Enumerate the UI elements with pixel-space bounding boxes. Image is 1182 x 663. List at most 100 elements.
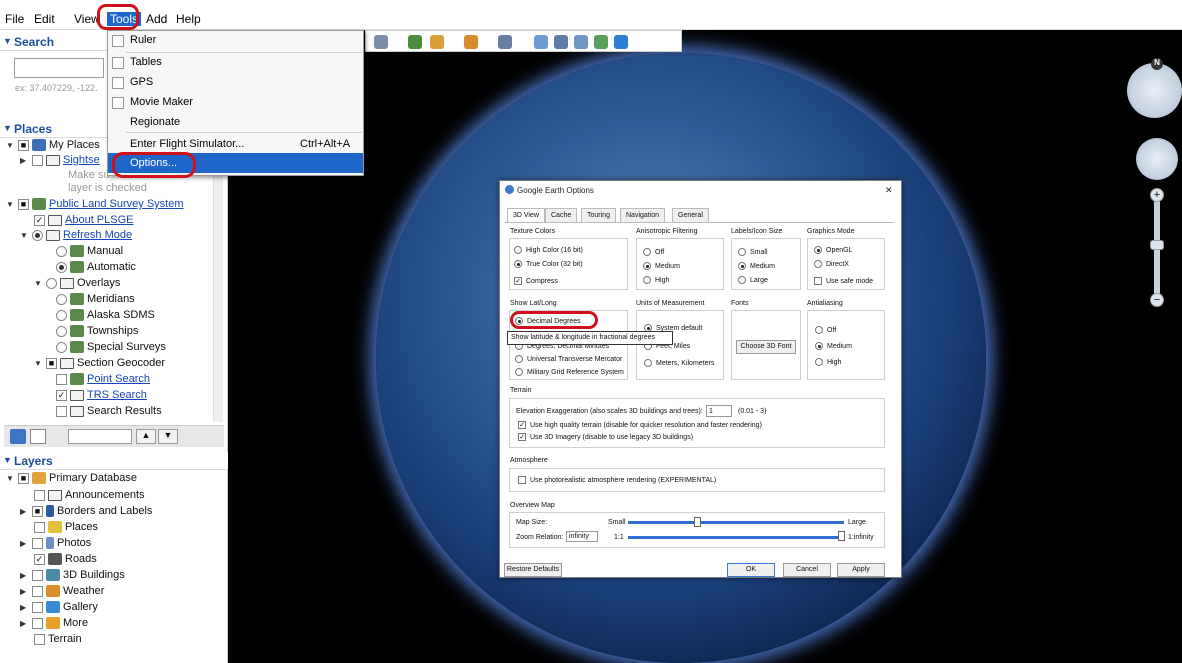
move-control[interactable] xyxy=(1136,138,1178,180)
alaska-label[interactable]: Alaska SDMS xyxy=(87,309,155,321)
tab-general[interactable]: General xyxy=(672,208,709,222)
tab-touring[interactable]: Touring xyxy=(581,208,616,222)
meridians-radio[interactable] xyxy=(56,293,67,305)
labels-small-label[interactable]: Small xyxy=(750,249,768,256)
atmosphere-checkbox[interactable] xyxy=(518,476,526,484)
map-size-slider[interactable] xyxy=(628,521,844,524)
directx-label[interactable]: DirectX xyxy=(826,261,849,268)
mgrs-label[interactable]: Military Grid Reference System xyxy=(527,369,624,376)
automatic-radio[interactable] xyxy=(56,261,67,273)
aniso-off-radio[interactable] xyxy=(643,248,651,256)
search-toggle-icon[interactable] xyxy=(10,429,26,444)
aa-high-label[interactable]: High xyxy=(827,359,841,366)
labels-medium-label[interactable]: Medium xyxy=(750,263,775,270)
section-label[interactable]: Section Geocoder xyxy=(77,357,165,369)
layer-label[interactable]: Terrain xyxy=(48,633,82,645)
aniso-off-label[interactable]: Off xyxy=(655,249,664,256)
hq-terrain-checkbox[interactable]: ✓ xyxy=(518,421,526,429)
cancel-button[interactable]: Cancel xyxy=(783,563,831,577)
layer-checkbox[interactable] xyxy=(32,601,43,613)
utm-label[interactable]: Universal Transverse Mercator xyxy=(527,356,622,363)
close-icon[interactable]: ✕ xyxy=(885,185,893,196)
zoom-relation-input[interactable]: infinity xyxy=(566,531,598,542)
places-filter-input[interactable] xyxy=(68,429,132,444)
movie-check[interactable] xyxy=(112,97,124,109)
layer-label[interactable]: 3D Buildings xyxy=(63,569,125,581)
layer-label[interactable]: Gallery xyxy=(63,601,98,613)
move-down-icon[interactable]: ▼ xyxy=(158,429,178,444)
atmosphere-label[interactable]: Use photorealistic atmosphere rendering … xyxy=(530,477,716,484)
menu-add[interactable]: Add xyxy=(146,12,167,26)
menu-item-regionate[interactable]: Regionate xyxy=(130,116,180,128)
trs-label[interactable]: TRS Search xyxy=(87,389,147,401)
overlays-radio[interactable] xyxy=(46,277,57,289)
about-checkbox[interactable]: ✓ xyxy=(34,214,45,226)
labels-large-label[interactable]: Large xyxy=(750,277,768,284)
layer-checkbox[interactable]: ✓ xyxy=(34,553,45,565)
layer-label[interactable]: Places xyxy=(65,521,98,533)
view-in-maps-icon[interactable] xyxy=(594,35,608,49)
layer-checkbox[interactable] xyxy=(32,569,43,581)
layer-checkbox[interactable] xyxy=(32,585,43,597)
email-icon[interactable] xyxy=(534,35,548,49)
choose-3d-font-button[interactable]: Choose 3D Font xyxy=(736,340,796,354)
compress-label[interactable]: Compress xyxy=(526,278,558,285)
menu-item-gps[interactable]: GPS xyxy=(130,76,153,88)
refresh-label[interactable]: Refresh Mode xyxy=(63,229,132,241)
gps-check[interactable] xyxy=(112,77,124,89)
units-meters-radio[interactable] xyxy=(644,359,652,367)
plss-label[interactable]: Public Land Survey System xyxy=(49,198,184,210)
directx-radio[interactable] xyxy=(814,260,822,268)
manual-radio[interactable] xyxy=(56,245,67,257)
historical-imagery-icon[interactable] xyxy=(408,35,422,49)
layer-label[interactable]: More xyxy=(63,617,88,629)
aniso-high-label[interactable]: High xyxy=(655,277,669,284)
results-label[interactable]: Search Results xyxy=(87,405,162,417)
high-color-radio[interactable] xyxy=(514,246,522,254)
planets-icon[interactable] xyxy=(464,35,478,49)
alaska-radio[interactable] xyxy=(56,309,67,321)
automatic-label[interactable]: Automatic xyxy=(87,261,136,273)
map-size-handle[interactable] xyxy=(694,517,701,527)
townships-radio[interactable] xyxy=(56,325,67,337)
special-radio[interactable] xyxy=(56,341,67,353)
opengl-radio[interactable] xyxy=(814,246,822,254)
opengl-label[interactable]: OpenGL xyxy=(826,247,852,254)
safe-mode-checkbox[interactable] xyxy=(814,277,822,285)
menu-item-ruler[interactable]: Ruler xyxy=(130,34,156,46)
ruler-check[interactable] xyxy=(112,35,124,47)
move-up-icon[interactable]: ▲ xyxy=(136,429,156,444)
zoom-handle[interactable] xyxy=(1150,240,1164,250)
layer-label[interactable]: Weather xyxy=(63,585,104,597)
zoom-in-icon[interactable]: + xyxy=(1150,188,1164,202)
north-indicator[interactable]: N xyxy=(1151,58,1163,70)
labels-large-radio[interactable] xyxy=(738,276,746,284)
print-icon[interactable] xyxy=(554,35,568,49)
menu-file[interactable]: File xyxy=(5,12,24,26)
layer-checkbox[interactable] xyxy=(34,521,45,533)
menu-view[interactable]: View xyxy=(74,12,100,26)
aa-medium-radio[interactable] xyxy=(815,342,823,350)
primary-label[interactable]: Primary Database xyxy=(49,472,137,484)
refresh-radio[interactable] xyxy=(32,229,43,241)
point-label[interactable]: Point Search xyxy=(87,373,150,385)
utm-radio[interactable] xyxy=(515,355,523,363)
layer-label[interactable]: Borders and Labels xyxy=(57,505,152,517)
labels-small-radio[interactable] xyxy=(738,248,746,256)
labels-medium-radio[interactable] xyxy=(738,262,746,270)
layer-checkbox[interactable] xyxy=(32,617,43,629)
sightseeing-checkbox[interactable] xyxy=(32,154,43,166)
menu-help[interactable]: Help xyxy=(176,12,201,26)
menu-item-movie-maker[interactable]: Movie Maker xyxy=(130,96,193,108)
layer-checkbox[interactable] xyxy=(34,633,45,645)
high-color-label[interactable]: High Color (16 bit) xyxy=(526,247,583,254)
ruler-icon[interactable] xyxy=(498,35,512,49)
aa-off-label[interactable]: Off xyxy=(827,327,836,334)
restore-defaults-button[interactable]: Restore Defaults xyxy=(504,563,562,577)
point-checkbox[interactable] xyxy=(56,373,67,385)
my-places-label[interactable]: My Places xyxy=(49,139,100,151)
hq-terrain-label[interactable]: Use high quality terrain (disable for qu… xyxy=(530,422,762,429)
aniso-high-radio[interactable] xyxy=(643,276,651,284)
places-scrollbar[interactable] xyxy=(213,140,223,422)
menu-item-flight-simulator[interactable]: Enter Flight Simulator... xyxy=(130,138,244,150)
